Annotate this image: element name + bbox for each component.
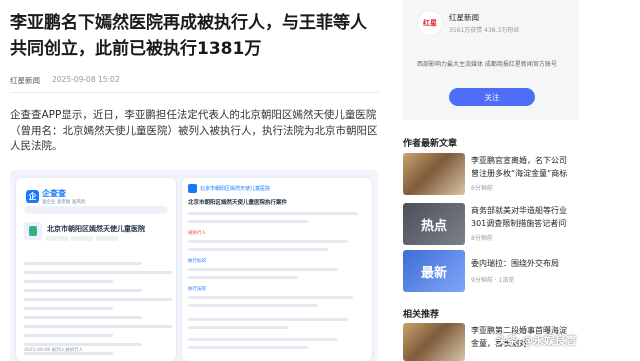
panel-amount-label: 执行标的 — [188, 259, 206, 264]
article-body: 企查查APP显示，近日，李亚鹏担任法定代表人的北京朝阳区嫣然天使儿童医院（曾用名… — [10, 109, 378, 152]
app-footer-note: 2025-09-08 被列入被执行人 — [24, 348, 84, 353]
article: 李亚鹏名下嫣然医院再成被执行人，与王菲等人共同创立，此前已被执行1381万 红星… — [0, 0, 390, 361]
follow-button[interactable]: 关注 — [449, 88, 535, 106]
panel-header-text: 北京市朝阳区嫣然天使儿童医院 — [200, 186, 271, 192]
latest-article-time: 6分钟前 — [471, 185, 493, 192]
article-thumbnail — [403, 153, 465, 195]
latest-article-time: 8分钟前 — [471, 235, 493, 242]
article-meta: 红星新闻 2025-09-08 15:02 — [10, 75, 120, 86]
latest-article-title[interactable]: 委内瑞拉：围绕外交布局 — [471, 257, 571, 270]
sidebar: 红星 红星新闻 3561万获赞 438.3万粉丝 西部影响力最大主流媒体 成都商… — [403, 0, 640, 361]
divider — [10, 92, 380, 93]
app-screen-phone: 企 企查查 查企业 查老板 查风险 北京市朝阳区嫣然天使儿童医院 2025-09… — [16, 178, 176, 361]
app-name: 企查查 — [42, 189, 66, 198]
panel-title: 北京市朝阳区嫣然天使儿童医院执行案件 — [188, 200, 288, 206]
latest-article-title[interactable]: 李亚鹏官宣离婚，名下公司曾注册多枚“海淀金童”商标 — [471, 154, 571, 180]
qcc-logo: 企 企查查 查企业 查老板 查风险 — [26, 188, 85, 205]
latest-articles-heading: 作者最新文章 — [403, 139, 458, 149]
company-tags — [46, 236, 118, 241]
latest-article-item[interactable]: 李亚鹏官宣离婚，名下公司曾注册多枚“海淀金童”商标 6分钟前 — [403, 153, 640, 195]
author-description: 西部影响力最大主流媒体 成都商报红星新闻官方账号 — [417, 61, 557, 68]
qcc-logo-icon: 企 — [26, 190, 39, 203]
related-heading: 相关推荐 — [403, 310, 440, 320]
author-card: 红星 红星新闻 3561万获赞 438.3万粉丝 西部影响力最大主流媒体 成都商… — [403, 0, 579, 120]
latest-article-item[interactable]: 热点 商务部就美对华造船等行业301调查限制措施答记者问 8分钟前 — [403, 203, 640, 245]
app-search-bar — [24, 206, 168, 214]
article-date: 2025-09-08 15:02 — [52, 75, 120, 84]
article-thumbnail: 最新 — [403, 250, 465, 292]
app-screen-panel: 北京市朝阳区嫣然天使儿童医院 北京市朝阳区嫣然天使儿童医院执行案件 被执行人 执… — [182, 178, 372, 361]
app-tagline: 查企业 查老板 查风险 — [42, 200, 86, 205]
article-thumbnail: 热点 — [403, 203, 465, 245]
panel-header: 北京市朝阳区嫣然天使儿童医院 — [188, 184, 270, 193]
author-stats: 3561万获赞 438.3万粉丝 — [449, 27, 520, 34]
article-thumbnail — [403, 323, 465, 361]
panel-court-label: 执行法院 — [188, 287, 206, 292]
panel-logo-icon — [188, 184, 197, 193]
article-image[interactable]: 企 企查查 查企业 查老板 查风险 北京市朝阳区嫣然天使儿童医院 2025-09… — [10, 170, 378, 361]
author-avatar[interactable]: 红星 — [417, 10, 443, 36]
article-title: 李亚鹏名下嫣然医院再成被执行人，与王菲等人共同创立，此前已被执行1381万 — [10, 13, 367, 59]
company-logo-icon — [24, 222, 42, 240]
article-source[interactable]: 红星新闻 — [10, 75, 40, 86]
latest-article-title[interactable]: 商务部就美对华造船等行业301调查限制措施答记者问 — [471, 204, 571, 230]
watermark: 头条 @永娱良言 — [496, 334, 577, 347]
author-name[interactable]: 红星新闻 — [449, 12, 479, 23]
latest-article-time: 9分钟前 · 1浏览 — [471, 277, 515, 284]
latest-article-item[interactable]: 最新 委内瑞拉：围绕外交布局 9分钟前 · 1浏览 — [403, 250, 640, 292]
panel-status-label: 被执行人 — [188, 231, 206, 236]
